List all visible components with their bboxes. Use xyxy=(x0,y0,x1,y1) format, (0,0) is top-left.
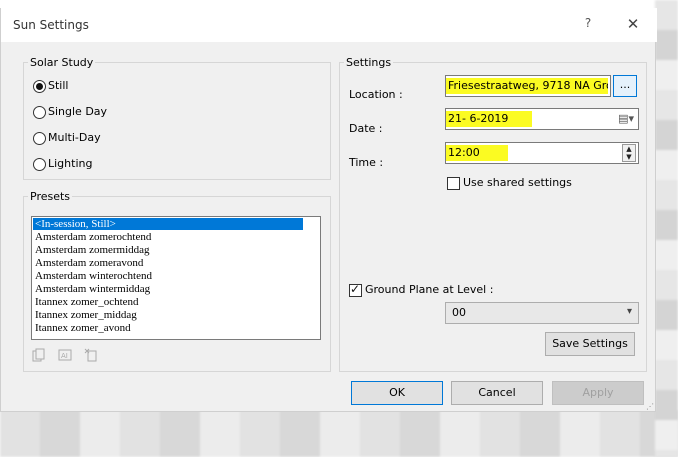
radio-lighting-indicator[interactable] xyxy=(33,157,46,171)
ground-plane-checkbox[interactable] xyxy=(349,282,362,297)
list-item[interactable]: Amsterdam zomerochtend xyxy=(33,231,303,243)
location-label: Location : xyxy=(349,88,403,101)
svg-text:AI: AI xyxy=(61,352,68,360)
list-item[interactable]: <In-session, Still> xyxy=(33,218,303,230)
list-item[interactable]: Amsterdam wintermiddag xyxy=(33,283,303,295)
presets-list[interactable]: <In-session, Still> Amsterdam zomerochte… xyxy=(31,216,321,340)
location-browse-button[interactable]: ... xyxy=(613,75,637,97)
background-fringe-right xyxy=(655,0,678,457)
settings-group: Settings xyxy=(339,56,647,372)
date-label: Date : xyxy=(349,122,383,135)
solar-study-legend: Solar Study xyxy=(30,56,94,69)
radio-single-day[interactable]: Single Day xyxy=(33,104,107,120)
title-bar: Sun Settings ? ✕ xyxy=(1,8,657,42)
radio-multi-day[interactable]: Multi-Day xyxy=(33,130,101,146)
list-item[interactable]: Itannex zomer_ochtend xyxy=(33,296,303,308)
radio-multi-day-indicator[interactable] xyxy=(33,131,46,145)
close-button[interactable]: ✕ xyxy=(623,14,643,34)
delete-preset-icon[interactable] xyxy=(83,348,99,364)
location-value: Friesestraatweg, 9718 NA Gro xyxy=(446,78,608,94)
radio-single-day-label: Single Day xyxy=(48,105,108,118)
dialog-title: Sun Settings xyxy=(13,18,89,32)
background-fringe-bottom xyxy=(0,410,678,457)
use-shared-settings-checkbox[interactable] xyxy=(447,176,460,190)
use-shared-settings-row[interactable]: Use shared settings xyxy=(447,176,572,190)
apply-button[interactable]: Apply xyxy=(552,381,644,405)
radio-lighting[interactable]: Lighting xyxy=(33,156,92,172)
list-item[interactable]: Itannex zomer_avond xyxy=(33,322,303,334)
ok-button[interactable]: OK xyxy=(351,381,443,405)
cancel-button[interactable]: Cancel xyxy=(451,381,543,405)
sun-settings-dialog: Sun Settings ? ✕ Solar Study Still Singl… xyxy=(0,8,657,412)
ground-plane-row[interactable]: Ground Plane at Level : xyxy=(349,282,494,297)
rename-preset-icon[interactable]: AI xyxy=(57,348,73,364)
time-field[interactable]: 12:00 ▲ ▼ xyxy=(445,142,639,164)
list-item[interactable]: Amsterdam zomermiddag xyxy=(33,244,303,256)
list-item[interactable]: Amsterdam winterochtend xyxy=(33,270,303,282)
date-value: 21- 6-2019 xyxy=(446,111,532,127)
radio-lighting-label: Lighting xyxy=(48,157,93,170)
use-shared-settings-label: Use shared settings xyxy=(463,176,572,189)
time-value: 12:00 xyxy=(446,145,508,161)
radio-still[interactable]: Still xyxy=(33,78,68,94)
chevron-down-icon[interactable]: ▾ xyxy=(627,306,632,317)
list-item[interactable]: Amsterdam zomeravond xyxy=(33,257,303,269)
radio-multi-day-label: Multi-Day xyxy=(48,131,101,144)
duplicate-preset-icon[interactable] xyxy=(31,348,47,364)
save-settings-button[interactable]: Save Settings xyxy=(545,332,635,356)
level-value: 00 xyxy=(452,306,466,319)
presets-legend: Presets xyxy=(30,190,71,203)
time-label: Time : xyxy=(349,156,384,169)
ground-plane-label: Ground Plane at Level : xyxy=(365,283,494,296)
radio-still-label: Still xyxy=(48,79,69,92)
settings-legend: Settings xyxy=(346,56,392,69)
list-item[interactable]: Itannex zomer_middag xyxy=(33,309,303,321)
spin-up-icon[interactable]: ▲ xyxy=(623,145,635,153)
calendar-dropdown-icon[interactable]: ▤▾ xyxy=(618,112,634,125)
date-field[interactable]: 21- 6-2019 ▤▾ xyxy=(445,108,639,130)
level-select[interactable]: 00 ▾ xyxy=(445,302,639,324)
radio-single-day-indicator[interactable] xyxy=(33,105,46,119)
radio-still-indicator[interactable] xyxy=(33,79,46,93)
spin-down-icon[interactable]: ▼ xyxy=(623,153,635,161)
resize-grip-icon[interactable]: ⋰ xyxy=(646,402,654,411)
location-field[interactable]: Friesestraatweg, 9718 NA Gro xyxy=(445,75,611,97)
help-button[interactable]: ? xyxy=(581,16,595,32)
time-spinner[interactable]: ▲ ▼ xyxy=(622,144,636,162)
